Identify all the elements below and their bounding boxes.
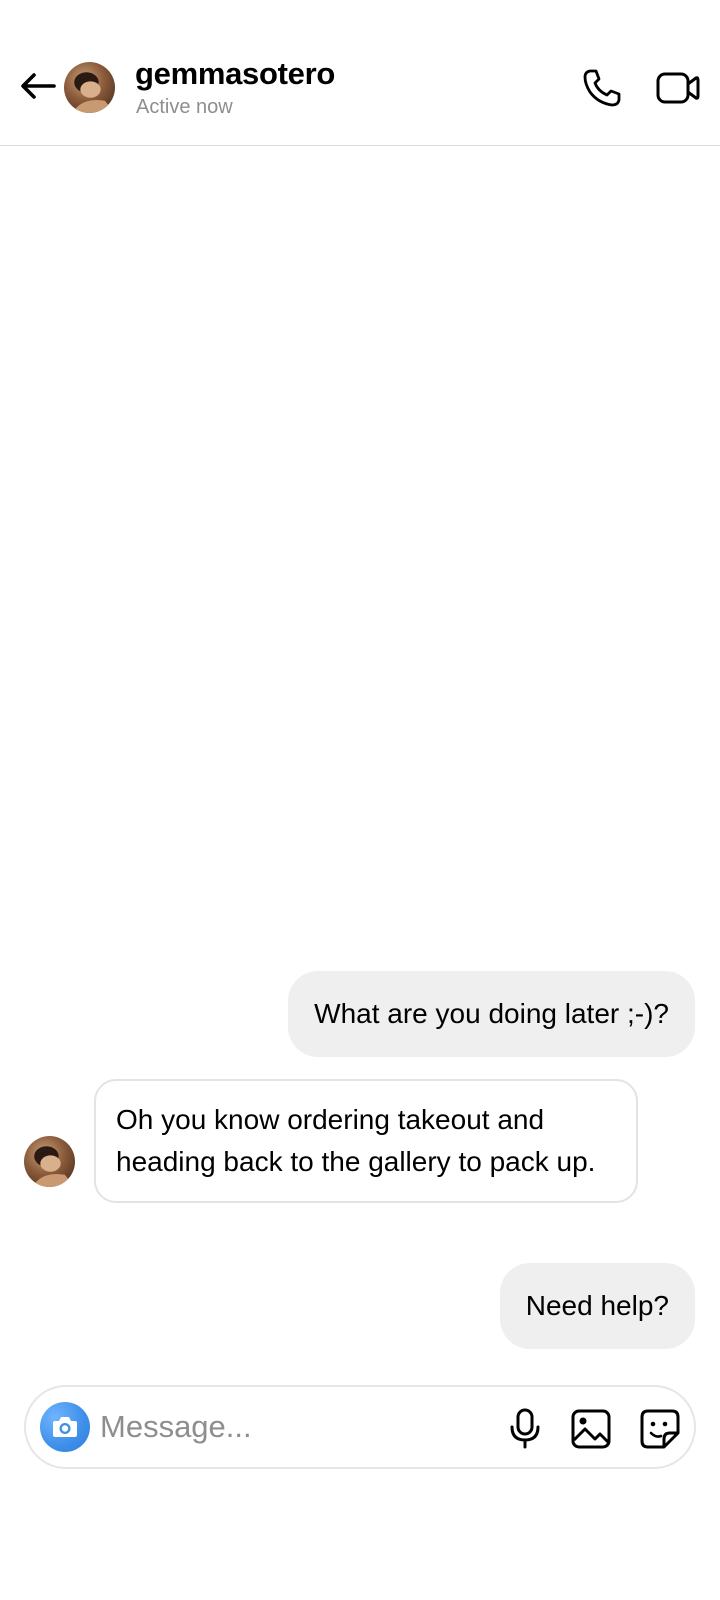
back-button[interactable] xyxy=(18,66,58,106)
message-bubble-received[interactable]: Oh you know ordering takeout and heading… xyxy=(94,1079,638,1203)
chat-username[interactable]: gemmasotero xyxy=(135,56,335,92)
sticker-button[interactable] xyxy=(638,1407,682,1451)
message-bubble-sent[interactable]: Need help? xyxy=(499,1263,695,1349)
avatar-image xyxy=(72,72,115,113)
message-input[interactable] xyxy=(100,1401,480,1453)
sender-avatar[interactable] xyxy=(24,1136,75,1187)
phone-icon xyxy=(583,69,621,107)
message-bubble-sent[interactable]: What are you doing later ;-)? xyxy=(288,971,695,1057)
sticker-icon xyxy=(640,1409,680,1449)
message-composer xyxy=(24,1385,696,1469)
gallery-button[interactable] xyxy=(569,1407,613,1451)
arrow-left-icon xyxy=(21,73,56,99)
image-icon xyxy=(571,1409,611,1449)
voice-call-button[interactable] xyxy=(580,66,624,110)
voice-message-button[interactable] xyxy=(504,1407,546,1449)
chat-header: gemmasotero Active now xyxy=(0,0,720,146)
avatar-image xyxy=(32,1146,75,1187)
camera-icon xyxy=(53,1417,77,1437)
camera-button[interactable] xyxy=(40,1402,90,1452)
video-camera-icon xyxy=(656,72,700,104)
microphone-icon xyxy=(510,1408,540,1449)
active-status: Active now xyxy=(136,96,233,118)
video-call-button[interactable] xyxy=(654,66,702,110)
avatar[interactable] xyxy=(64,62,115,113)
